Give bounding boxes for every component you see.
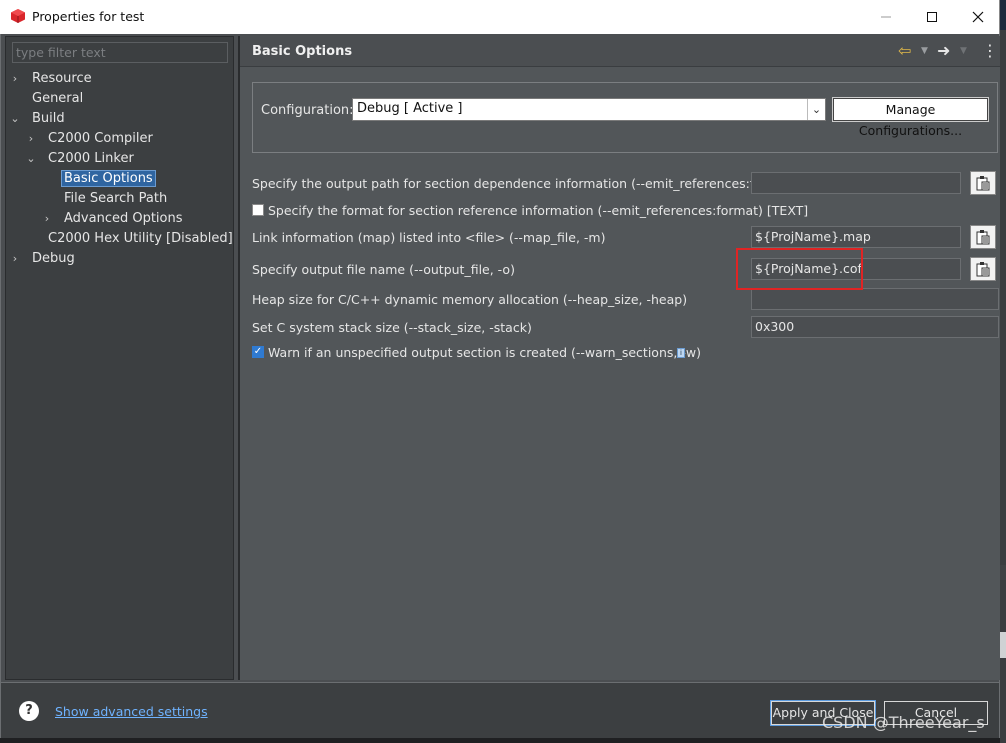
maximize-button[interactable] — [909, 0, 955, 34]
configuration-label: Configuration: — [261, 103, 354, 118]
window-title: Properties for test — [32, 9, 145, 24]
clipboard-icon — [976, 230, 990, 245]
heap-size-input[interactable] — [751, 288, 999, 310]
maximize-icon — [927, 12, 937, 22]
properties-dialog: type filter text › Resource General ⌄ Bu… — [0, 34, 1000, 743]
stack-size-label: Set C system stack size (--stack_size, -… — [252, 320, 532, 335]
tree-item-debug[interactable]: › Debug — [10, 249, 75, 269]
chevron-right-icon[interactable]: › — [26, 129, 36, 149]
tree-item-file-search-path[interactable]: File Search Path — [64, 189, 167, 209]
chevron-down-icon[interactable]: ⌄ — [807, 99, 825, 120]
emit-references-format-label: Specify the format for section reference… — [268, 203, 809, 218]
emit-references-file-input[interactable] — [751, 172, 961, 194]
emit-references-browse-button[interactable] — [970, 171, 996, 195]
info-icon[interactable]: i — [677, 348, 685, 358]
forward-history-dropdown-icon[interactable]: ▼ — [960, 42, 967, 60]
background-window-strip — [0, 738, 1000, 743]
chevron-down-icon[interactable]: ⌄ — [26, 149, 36, 169]
tree-item-label: Build — [32, 111, 65, 126]
output-file-browse-button[interactable] — [970, 257, 996, 281]
heap-size-label: Heap size for C/C++ dynamic memory alloc… — [252, 292, 688, 307]
emit-references-file-label: Specify the output path for section depe… — [252, 176, 774, 191]
tree-item-label: Debug — [32, 251, 75, 266]
clipboard-icon — [976, 262, 990, 277]
warn-sections-checkbox[interactable]: ✓ — [252, 346, 264, 358]
background-window-edge — [1000, 0, 1006, 743]
tree-item-label: Basic Options — [61, 170, 156, 187]
tree-item-general[interactable]: General — [32, 89, 83, 109]
close-button[interactable] — [955, 0, 1001, 34]
manage-configurations-button[interactable]: Manage Configurations... — [832, 97, 989, 138]
category-pane: type filter text › Resource General ⌄ Bu… — [5, 36, 234, 680]
chevron-right-icon[interactable]: › — [10, 249, 20, 269]
help-icon[interactable]: ? — [19, 701, 39, 721]
settings-pane: Basic Options ⇦ ▼ ➜ ▼ ⋮ Configuration: D… — [238, 36, 1000, 680]
filter-input[interactable]: type filter text — [12, 42, 228, 63]
stack-size-input[interactable]: 0x300 — [751, 316, 999, 338]
title-bar: Properties for test — [0, 0, 1000, 34]
view-menu-icon[interactable]: ⋮ — [982, 42, 998, 60]
configuration-selected-value: Debug [ Active ] — [357, 101, 463, 116]
configuration-select[interactable]: Debug [ Active ] ⌄ — [352, 98, 826, 121]
watermark: CSDN @ThreeYear_s — [822, 713, 985, 732]
chevron-right-icon[interactable]: › — [10, 69, 20, 89]
tree-item-label: C2000 Linker — [48, 151, 134, 166]
tree-item-resource[interactable]: › Resource — [10, 69, 92, 89]
tree-item-basic-options[interactable]: Basic Options — [61, 169, 156, 189]
back-history-dropdown-icon[interactable]: ▼ — [921, 42, 928, 60]
tree-item-label: File Search Path — [64, 191, 168, 206]
tree-item-label: Resource — [32, 71, 92, 86]
minimize-icon — [881, 16, 891, 18]
tree-item-label: General — [32, 91, 84, 106]
tree-item-build[interactable]: ⌄ Build — [10, 109, 65, 129]
output-file-label: Specify output file name (--output_file,… — [252, 262, 515, 277]
tree-item-c2000-compiler[interactable]: › C2000 Compiler — [26, 129, 153, 149]
chevron-down-icon[interactable]: ⌄ — [10, 109, 20, 129]
map-file-label: Link information (map) listed into <file… — [252, 230, 606, 245]
minimize-button[interactable] — [863, 0, 909, 34]
map-file-browse-button[interactable] — [970, 225, 996, 249]
show-advanced-settings-link[interactable]: Show advanced settings — [55, 704, 208, 719]
output-file-highlight-annotation — [736, 248, 863, 290]
chevron-right-icon[interactable]: › — [42, 209, 52, 229]
tree-item-c2000-linker[interactable]: ⌄ C2000 Linker — [26, 149, 134, 169]
tree-item-label: Advanced Options — [64, 211, 183, 226]
forward-arrow-icon[interactable]: ➜ — [937, 42, 950, 60]
tree-item-label: C2000 Compiler — [48, 131, 153, 146]
configuration-group: Configuration: Debug [ Active ] ⌄ Manage… — [252, 82, 998, 153]
page-header: Basic Options ⇦ ▼ ➜ ▼ ⋮ — [240, 36, 1000, 67]
map-file-input[interactable]: ${ProjName}.map — [751, 226, 961, 248]
app-cube-icon — [11, 9, 25, 23]
tree-item-c2000-hex-utility[interactable]: C2000 Hex Utility [Disabled] — [48, 229, 233, 249]
tree-item-label: C2000 Hex Utility [Disabled] — [48, 231, 233, 246]
emit-references-format-checkbox[interactable] — [252, 204, 264, 216]
close-icon — [972, 11, 984, 23]
clipboard-icon — [976, 176, 990, 191]
warn-sections-label: Warn if an unspecified output section is… — [268, 345, 701, 360]
tree-item-advanced-options[interactable]: › Advanced Options — [42, 209, 183, 229]
back-arrow-icon[interactable]: ⇦ — [898, 42, 911, 60]
page-title: Basic Options — [252, 44, 353, 59]
